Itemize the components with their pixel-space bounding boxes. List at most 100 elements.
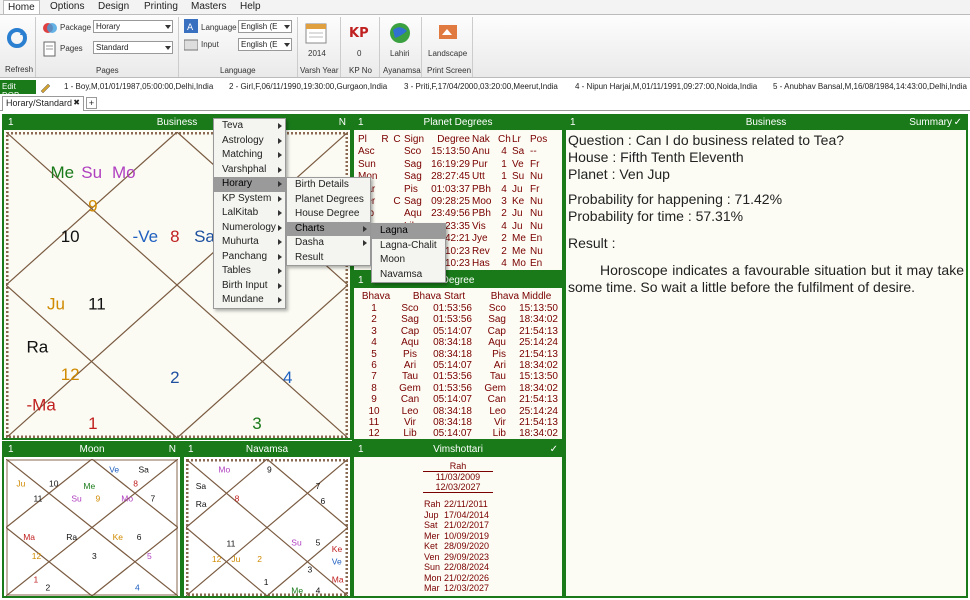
check-icon[interactable]: ✓ bbox=[954, 116, 962, 130]
menu-design[interactable]: Design bbox=[98, 1, 129, 12]
table-cell: 2 bbox=[501, 208, 507, 220]
landscape-print-icon bbox=[439, 25, 457, 39]
dasha-to: 12/03/2027 bbox=[423, 482, 493, 493]
chart-label: 12 bbox=[212, 554, 222, 564]
menu-item[interactable]: Panchang bbox=[214, 250, 285, 265]
table-cell: En bbox=[530, 233, 543, 245]
moon-north-chart: Ve Sa Ju 10 Me 8 11 Su 9 Mo 7 Ma 12 Ra Ke 6 1 3 5 2 4 bbox=[6, 459, 178, 596]
planet-degrees-header: 1 Planet Degrees bbox=[354, 116, 562, 130]
table-cell: Ke bbox=[512, 195, 525, 207]
input-select[interactable]: English (E bbox=[238, 38, 292, 51]
table-row: MarPis01:03:37PBh4JuFr bbox=[358, 184, 562, 196]
list-item: Mer 10/09/2019 bbox=[424, 531, 494, 542]
table-cell: 18:34:02 bbox=[519, 428, 558, 440]
table-cell: Leo bbox=[489, 405, 506, 417]
menu-item[interactable]: Result bbox=[287, 251, 370, 266]
chevron-right-icon bbox=[363, 225, 367, 232]
menu-item[interactable]: Varshphal bbox=[214, 163, 285, 178]
table-cell: 10 bbox=[368, 405, 380, 417]
list-item: Ket 28/09/2020 bbox=[424, 541, 494, 552]
menu-item[interactable]: Astrology bbox=[214, 134, 285, 149]
chart-label: Mo bbox=[121, 493, 133, 503]
probability-happening: Probability for happening : 71.42% bbox=[568, 191, 783, 207]
table-cell: 29/09/2023 bbox=[444, 551, 490, 562]
menu-help[interactable]: Help bbox=[240, 1, 261, 12]
refresh-button[interactable] bbox=[6, 27, 28, 52]
menu-item[interactable]: Horary bbox=[214, 177, 285, 192]
varsh-year-button[interactable] bbox=[305, 22, 327, 47]
menu-item[interactable]: Tables bbox=[214, 264, 285, 279]
menu-item[interactable]: Muhurta bbox=[214, 235, 285, 250]
table-header-cell: Bhava bbox=[361, 291, 391, 302]
add-tab-button[interactable]: + bbox=[86, 97, 97, 109]
profile-item-2[interactable]: 2 - Girl,F,06/11/1990,19:30:00,Gurgaon,I… bbox=[229, 82, 387, 91]
menu-item[interactable]: Teva bbox=[214, 119, 285, 134]
table-cell: 08:34:18 bbox=[433, 405, 472, 417]
profile-item-4[interactable]: 4 - Nipun Harjai,M,01/11/1991,09:27:00,N… bbox=[575, 82, 757, 91]
summary-tab[interactable]: Summary bbox=[909, 116, 952, 130]
chart-label: 2 bbox=[170, 368, 179, 387]
table-cell: 22/11/2011 bbox=[444, 499, 488, 509]
menu-item[interactable]: Planet Degrees bbox=[287, 193, 370, 208]
menu-item[interactable]: Birth Input bbox=[214, 279, 285, 294]
menu-item[interactable]: Matching bbox=[214, 148, 285, 163]
table-cell: Asc bbox=[358, 146, 375, 158]
tab-horary-standard[interactable]: Horary/Standard ✖ bbox=[2, 96, 84, 111]
menu-item[interactable]: House Degree bbox=[287, 207, 370, 222]
table-cell: Anu bbox=[472, 146, 490, 158]
moon-chart-panel: 1 Moon N Ve Sa Ju 10 Me 8 11 Su 9 Mo 7 Ma 12 Ra Ke 6 1 3 5… bbox=[2, 441, 182, 598]
pages-select[interactable]: Standard bbox=[93, 41, 173, 54]
list-item: Ven 29/09/2023 bbox=[424, 552, 494, 563]
menu-item[interactable]: Lagna-Chalit bbox=[372, 239, 445, 254]
menu-item[interactable]: Lagna bbox=[372, 224, 445, 239]
probability-time: Probability for time : 57.31% bbox=[568, 208, 744, 224]
package-select[interactable]: Horary bbox=[93, 20, 173, 33]
business-panel-header: 1 Business N bbox=[4, 116, 350, 130]
north-toggle[interactable]: N bbox=[339, 116, 346, 130]
check-icon[interactable]: ✓ bbox=[550, 443, 558, 457]
menu-item[interactable]: Navamsa bbox=[372, 268, 445, 283]
profile-item-1[interactable]: 1 - Boy,M,01/01/1987,05:00:00,Delhi,Indi… bbox=[64, 82, 213, 91]
language-select[interactable]: English (E bbox=[238, 20, 292, 33]
pencil-icon[interactable] bbox=[39, 81, 51, 93]
table-cell: Ari bbox=[493, 359, 506, 371]
close-icon[interactable]: ✖ bbox=[73, 98, 80, 107]
profile-item-5[interactable]: 5 - Anubhav Bansal,M,16/08/1984,14:43:00… bbox=[773, 82, 967, 91]
group-print-label: Print Screen bbox=[427, 66, 472, 75]
edit-dob-button[interactable]: Edit DOB bbox=[0, 80, 36, 100]
menu-options[interactable]: Options bbox=[50, 1, 84, 12]
table-cell: Can bbox=[487, 394, 506, 406]
result-label: Result : bbox=[568, 235, 616, 251]
table-cell: Mo bbox=[512, 257, 526, 269]
menu-item[interactable]: Dasha bbox=[287, 236, 370, 251]
menu-printing[interactable]: Printing bbox=[144, 1, 178, 12]
table-cell: Ket bbox=[424, 541, 438, 551]
table-cell: Aqu bbox=[404, 208, 422, 220]
kp-value: 0 bbox=[357, 49, 362, 58]
table-cell: C bbox=[393, 134, 401, 145]
table-row: 12 Lib 05:14:07 Lib 18:34:02 bbox=[354, 428, 562, 439]
menu-item[interactable]: KP System bbox=[214, 192, 285, 207]
landscape-button[interactable] bbox=[437, 23, 459, 46]
ayanamsa-button[interactable] bbox=[389, 22, 411, 47]
north-toggle[interactable]: N bbox=[169, 443, 176, 457]
kp-button[interactable]: KP bbox=[349, 23, 371, 44]
table-cell bbox=[392, 208, 404, 220]
panel-title: Planet Degrees bbox=[423, 117, 493, 128]
chevron-right-icon bbox=[278, 195, 282, 202]
chart-label: Ke bbox=[332, 544, 343, 554]
menu-item[interactable]: Birth Details bbox=[287, 178, 370, 193]
table-cell bbox=[380, 196, 392, 208]
menu-home[interactable]: Home bbox=[3, 0, 40, 14]
context-menu: Teva Astrology Matching Varshphal Horary KP S… bbox=[213, 118, 286, 309]
menu-item[interactable]: Charts bbox=[287, 221, 370, 236]
menu-masters[interactable]: Masters bbox=[191, 1, 227, 12]
table-cell: PBh bbox=[472, 208, 491, 220]
table-cell: Gem bbox=[484, 382, 506, 394]
table-cell: 12 bbox=[368, 428, 380, 440]
profile-item-3[interactable]: 3 - Priti,F,17/04/2000,03:20:00,Meerut,I… bbox=[404, 82, 558, 91]
menu-item[interactable]: Moon bbox=[372, 253, 445, 268]
menu-item[interactable]: LalKitab bbox=[214, 206, 285, 221]
menu-item[interactable]: Numerology bbox=[214, 221, 285, 236]
menu-item[interactable]: Mundane bbox=[214, 293, 285, 308]
